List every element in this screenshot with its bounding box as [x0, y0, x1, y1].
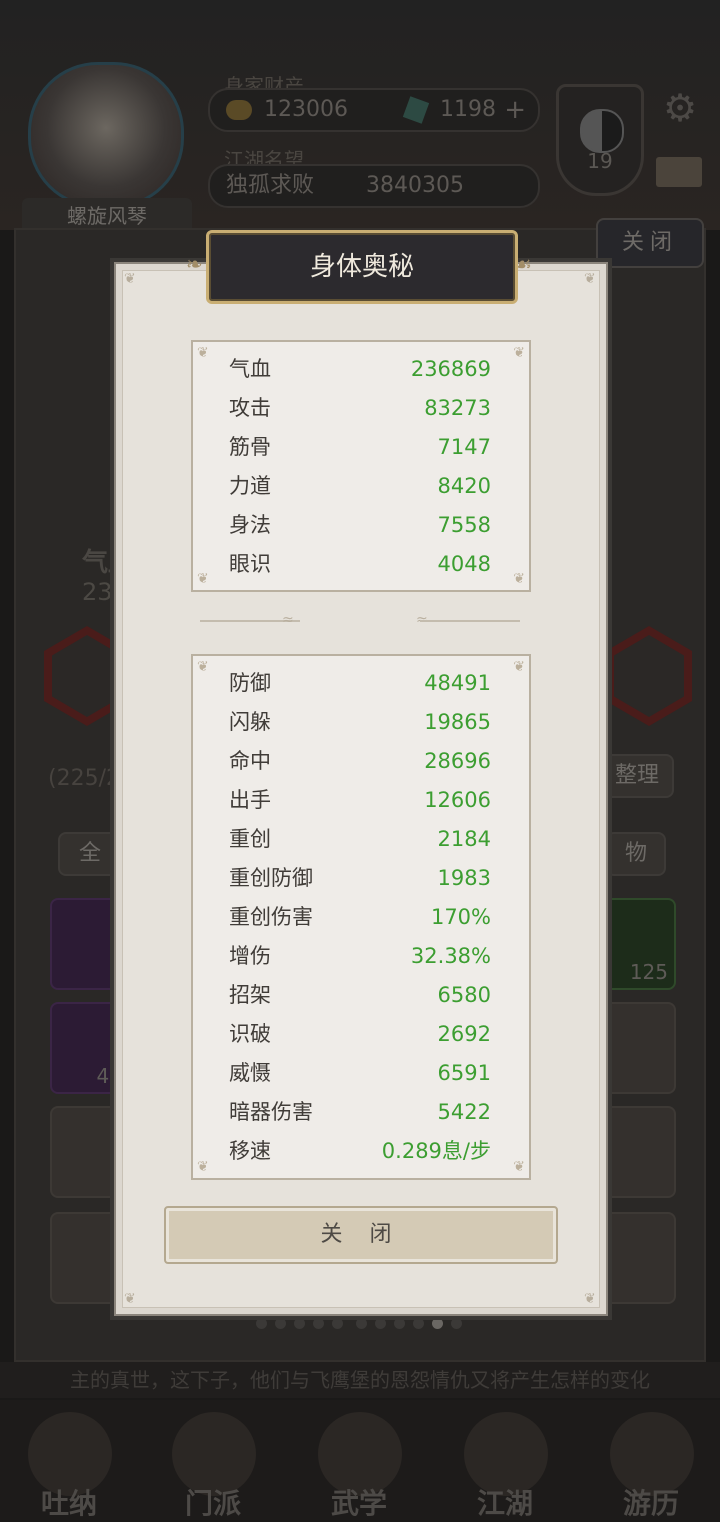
hp-value-partial: 23 — [82, 578, 113, 606]
coin-icon — [226, 100, 252, 120]
stat-row-strength: 力道 8420 — [229, 474, 491, 498]
stat-row-perception: 眼识 4048 — [229, 552, 491, 576]
ornament-icon: ❦ — [584, 1291, 596, 1307]
dialog-title-banner: 身体奥秘 — [206, 230, 518, 304]
level-value: 19 — [587, 149, 613, 173]
stat-row-dodge: 闪躲 19865 — [229, 710, 491, 734]
pet-slot[interactable] — [606, 626, 692, 726]
nav-tuna[interactable]: 吐纳 — [14, 1400, 124, 1520]
player-avatar[interactable] — [28, 62, 184, 208]
gem-amount: 1198 — [440, 97, 496, 122]
reputation-bar: 独孤求败 3840305 — [208, 164, 540, 208]
ornament-icon: ❦ — [513, 1159, 525, 1175]
ornament-icon: ❦ — [513, 345, 525, 361]
ornament-icon: ❦ — [584, 271, 596, 287]
stat-row-parry: 招架 6580 — [229, 983, 491, 1007]
ornament-icon: ❦ — [513, 571, 525, 587]
add-gems-button[interactable]: + — [504, 90, 526, 130]
divider — [420, 620, 520, 622]
stat-row-critical-defense: 重创防御 1983 — [229, 866, 491, 890]
inventory-slot[interactable] — [596, 1212, 676, 1304]
filter-items-tab[interactable]: 物 — [606, 832, 666, 876]
nav-sect[interactable]: 门派 — [158, 1400, 268, 1520]
stat-row-damage-boost: 增伤 32.38% — [229, 944, 491, 968]
player-header: 螺旋风琴 身家财产 123006 1198 + 江湖名望 独孤求败 384030… — [0, 0, 720, 234]
primary-stats-panel: ❦ ❦ ❦ ❦ 气血 236869 攻击 83273 筋骨 7147 力道 84… — [191, 340, 531, 592]
stat-row-defense: 防御 48491 — [229, 671, 491, 695]
sort-button[interactable]: 整理 — [600, 754, 674, 798]
currency-bar: 123006 1198 + — [208, 88, 540, 132]
ornament-icon: ❧ — [186, 252, 203, 276]
stat-row-attack: 攻击 83273 — [229, 396, 491, 420]
slot-count: 125 — [629, 960, 668, 984]
level-badge[interactable]: 19 — [556, 84, 644, 196]
nav-travel[interactable]: 游历 — [596, 1400, 706, 1520]
nav-martial-arts[interactable]: 武学 — [304, 1400, 414, 1520]
yinyang-icon — [580, 109, 624, 153]
news-ticker: 主的真世，这下子，他们与飞鹰堡的恩怨情仇又将产生怎样的变化 — [0, 1362, 720, 1398]
gear-icon[interactable]: ⚙ — [660, 88, 700, 128]
nav-jianghu[interactable]: 江湖 — [450, 1400, 560, 1520]
bottom-nav: 吐纳 门派 武学 江湖 游历 — [0, 1400, 720, 1520]
filter-all-tab[interactable]: 全 — [58, 832, 122, 876]
stat-row-accuracy: 命中 28696 — [229, 749, 491, 773]
ornament-icon: ❦ — [197, 345, 209, 361]
stat-row-move-speed: 移速 0.289息/步 — [229, 1139, 491, 1163]
ornament-icon: ❦ — [124, 271, 136, 287]
stat-row-agility: 身法 7558 — [229, 513, 491, 537]
inventory-slot[interactable] — [596, 1106, 676, 1198]
ornament-icon: ❦ — [197, 659, 209, 675]
bag-count: (225/2 — [48, 766, 120, 791]
background-close-button[interactable]: 关闭 — [596, 218, 704, 268]
stat-row-critical: 重创 2184 — [229, 827, 491, 851]
stat-row-insight: 识破 2692 — [229, 1022, 491, 1046]
stat-row-hidden-weapon-damage: 暗器伤害 5422 — [229, 1100, 491, 1124]
reputation-title: 独孤求败 — [226, 173, 315, 198]
stat-row-constitution: 筋骨 7147 — [229, 435, 491, 459]
ornament-icon: ❦ — [197, 571, 209, 587]
ornament-icon: ❦ — [197, 1159, 209, 1175]
inventory-slot[interactable]: 125 — [596, 898, 676, 990]
close-button[interactable]: 关 闭 — [164, 1206, 558, 1264]
dialog-title: 身体奥秘 — [309, 252, 414, 282]
ornament-icon: ❦ — [513, 659, 525, 675]
mail-icon[interactable] — [656, 157, 702, 187]
secondary-stats-panel: ❦ ❦ ❦ ❦ 防御 48491 闪躲 19865 命中 28696 出手 12… — [191, 654, 531, 1180]
coin-amount: 123006 — [264, 97, 348, 122]
stat-row-intimidate: 威慑 6591 — [229, 1061, 491, 1085]
stat-row-speed: 出手 12606 — [229, 788, 491, 812]
stat-row-critical-damage: 重创伤害 170% — [229, 905, 491, 929]
gem-icon — [402, 96, 430, 124]
ornament-icon: ≈ — [282, 612, 294, 628]
stat-row-hp: 气血 236869 — [229, 357, 491, 381]
inventory-slot[interactable] — [596, 1002, 676, 1094]
reputation-value: 3840305 — [366, 173, 464, 198]
ornament-icon: ❦ — [124, 1291, 136, 1307]
